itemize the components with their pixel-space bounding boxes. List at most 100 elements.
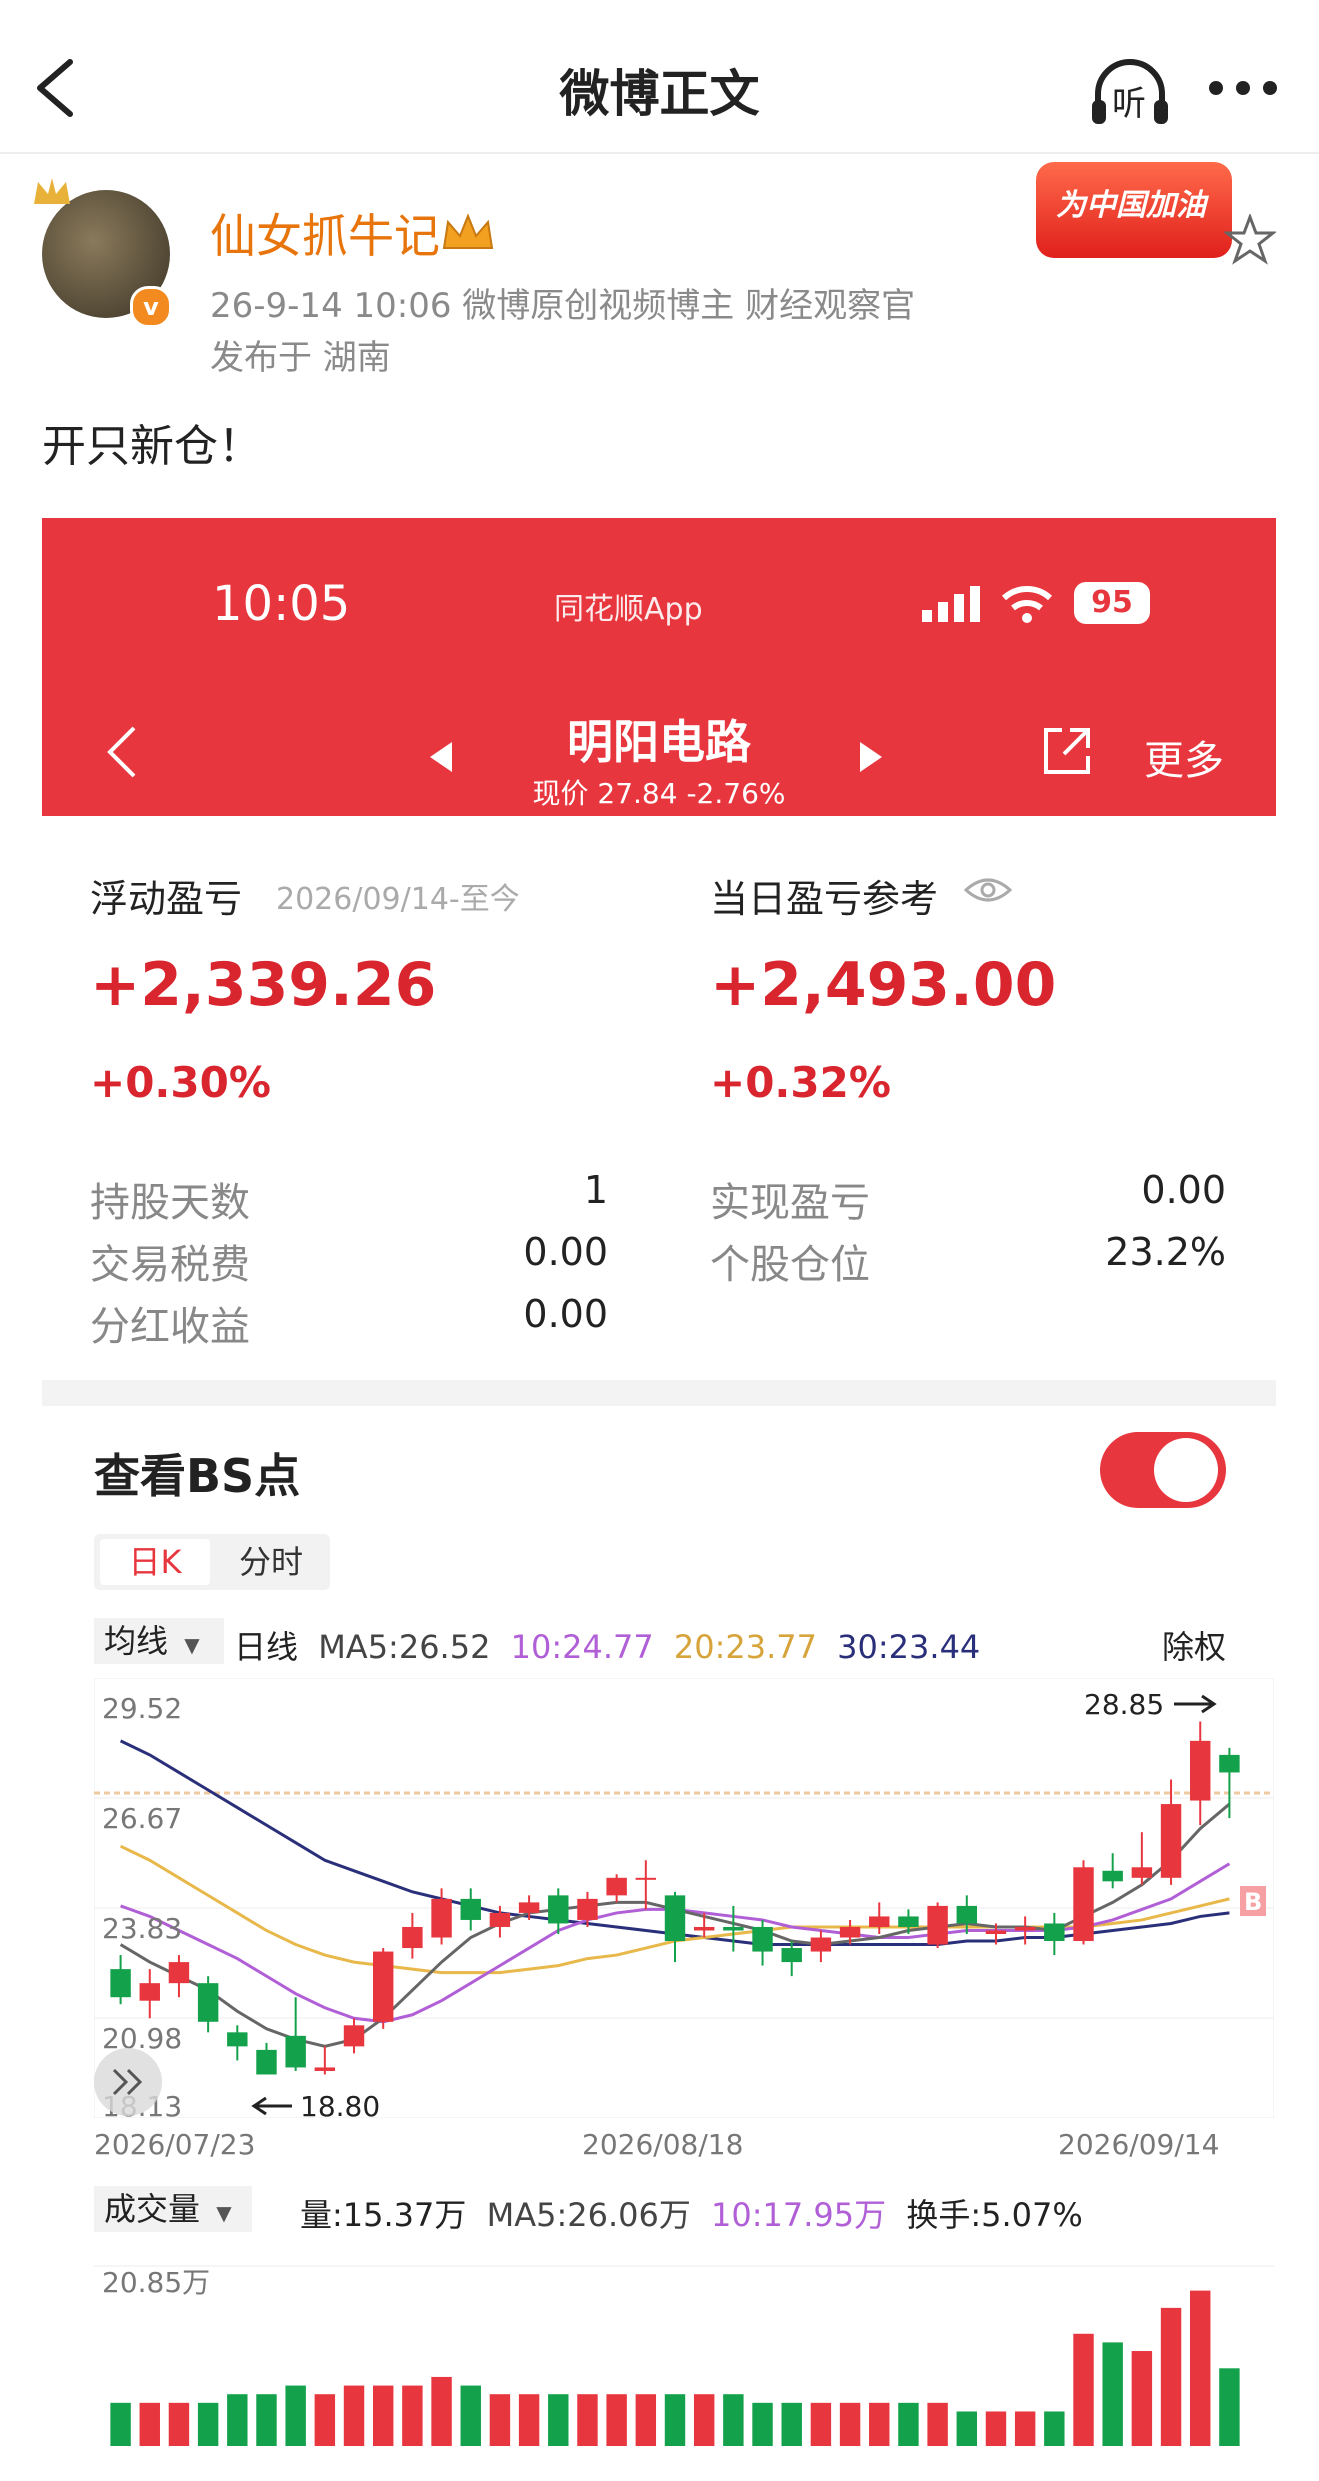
volume-bar [810, 2402, 832, 2446]
candle-body [577, 1898, 598, 1920]
tab-intraday[interactable]: 分时 [216, 1539, 326, 1585]
wifi-icon [1001, 586, 1053, 623]
high-note: 28.85 [1084, 1688, 1164, 1721]
bs-toggle[interactable] [1100, 1432, 1226, 1508]
volume-bar [460, 2385, 481, 2446]
post-location: 发布于 湖南 [210, 338, 391, 378]
volume-bar [343, 2385, 365, 2446]
volume-bar [839, 2402, 861, 2446]
volume-bar [927, 2402, 948, 2446]
volume-bar [314, 2394, 336, 2446]
cheer-badge-text: 为中国加油 [1056, 188, 1206, 223]
candle-body [898, 1916, 919, 1927]
dropdown-icon: ▼ [216, 2201, 232, 2225]
candle-body [256, 2049, 277, 2075]
candle-body [1014, 1926, 1036, 1931]
candle-body [1160, 1804, 1182, 1878]
x-tick: 2026/09/14 [1058, 2128, 1220, 2161]
volume-chart[interactable]: 20.85万 [94, 2248, 1274, 2448]
candle-body [664, 1895, 686, 1942]
candle-body [314, 2067, 336, 2071]
daily-pl-value: +2,493.00 [710, 950, 1057, 1020]
y-tick: 29.52 [102, 1692, 182, 1725]
volume-bar [635, 2394, 657, 2446]
author-name[interactable]: 仙女抓牛记 [210, 200, 440, 266]
candle-body [372, 1951, 394, 2022]
volume-y-tick: 20.85万 [102, 2266, 210, 2299]
candle-body [343, 2025, 365, 2047]
share-icon[interactable] [1040, 724, 1094, 778]
volume-legend: 量:15.37万 MA5:26.06万 10:17.95万 换手:5.07% [300, 2190, 1083, 2236]
high-arrow-icon [1174, 1694, 1217, 1714]
volume-bar [1131, 2351, 1153, 2446]
vip-crown-icon [440, 212, 496, 252]
volume-bar [1044, 2411, 1065, 2446]
dropdown-icon: ▼ [184, 1633, 200, 1657]
candle-body [168, 1962, 190, 1984]
y-tick: 26.67 [102, 1802, 182, 1835]
volume-bar [372, 2385, 394, 2446]
kline-chart[interactable]: 29.52 26.67 23.83 20.98 18.13 28.85 18.8… [94, 1678, 1274, 2118]
volume-bar [548, 2394, 569, 2446]
volume-bar [898, 2402, 919, 2446]
candle-body [139, 1983, 160, 2001]
tab-day-k[interactable]: 日K [100, 1539, 210, 1585]
top-nav: 微博正文 听 [0, 0, 1319, 160]
daily-pl-pct: +0.32% [710, 1058, 891, 1107]
candle-body [869, 1916, 890, 1927]
candle-body [752, 1926, 773, 1952]
eye-icon[interactable] [964, 874, 1012, 906]
header-divider [0, 152, 1319, 154]
vol-ma10: 10:17.95万 [711, 2196, 887, 2234]
post-text: 开只新仓！ [42, 421, 262, 472]
volume-bar [227, 2394, 248, 2446]
candle-body [693, 1926, 715, 1931]
bs-marker-label: B [1244, 1888, 1262, 1916]
signal-icon [922, 586, 980, 622]
ma-line-label: 日线 [234, 1628, 299, 1666]
star-icon[interactable] [1224, 214, 1276, 266]
volume-bar [1073, 2333, 1094, 2446]
listen-button[interactable]: 听 [1088, 56, 1172, 128]
stock-screenshot: 10:05 同花顺App 95 明阳电路 现价 27.84 -2.76% 更多 … [42, 518, 1276, 2481]
ma-selector[interactable]: 均线 ▼ [94, 1618, 224, 1664]
stat-value: 1 [583, 1168, 608, 1212]
volume-bar [1160, 2307, 1182, 2446]
volume-bar [1219, 2368, 1240, 2446]
cheer-badge[interactable]: 为中国加油 [1036, 162, 1232, 258]
more-icon[interactable] [1208, 78, 1278, 98]
candle-body [489, 1912, 511, 1927]
toggle-knob [1154, 1438, 1218, 1502]
section-divider [42, 1380, 1276, 1406]
volume-bar [664, 2394, 686, 2446]
stat-value: 0.00 [1141, 1168, 1226, 1212]
volume-selector[interactable]: 成交量 ▼ [94, 2186, 252, 2232]
candle-body [1219, 1754, 1240, 1773]
candle-body [285, 2035, 306, 2068]
y-tick: 23.83 [102, 1912, 182, 1945]
stat-label: 实现盈亏 [710, 1180, 870, 1226]
app-name: 同花顺App [554, 592, 703, 627]
listen-label: 听 [1112, 84, 1146, 124]
stat-value: 0.00 [523, 1230, 608, 1274]
candle-body [227, 2032, 248, 2047]
candle-body [460, 1898, 481, 1920]
candle-body [431, 1898, 452, 1938]
candle-body [548, 1895, 569, 1924]
volume-bar [752, 2402, 773, 2446]
volume-bar [518, 2394, 540, 2446]
candle-body [927, 1905, 948, 1945]
candle-body [110, 1969, 131, 1998]
candle-body [1131, 1867, 1153, 1878]
next-stock-icon[interactable] [858, 740, 884, 774]
stat-value: 0.00 [523, 1292, 608, 1336]
volume-bar [1190, 2290, 1211, 2446]
exright-label[interactable]: 除权 [1162, 1622, 1226, 1668]
bs-title: 查看BS点 [94, 1449, 301, 1503]
volume-bar [139, 2402, 160, 2446]
candle-body [197, 1983, 219, 2022]
candle-body [1044, 1923, 1065, 1942]
candle-body [518, 1902, 540, 1913]
volume-bar [606, 2394, 627, 2446]
more-button[interactable]: 更多 [1144, 728, 1224, 786]
